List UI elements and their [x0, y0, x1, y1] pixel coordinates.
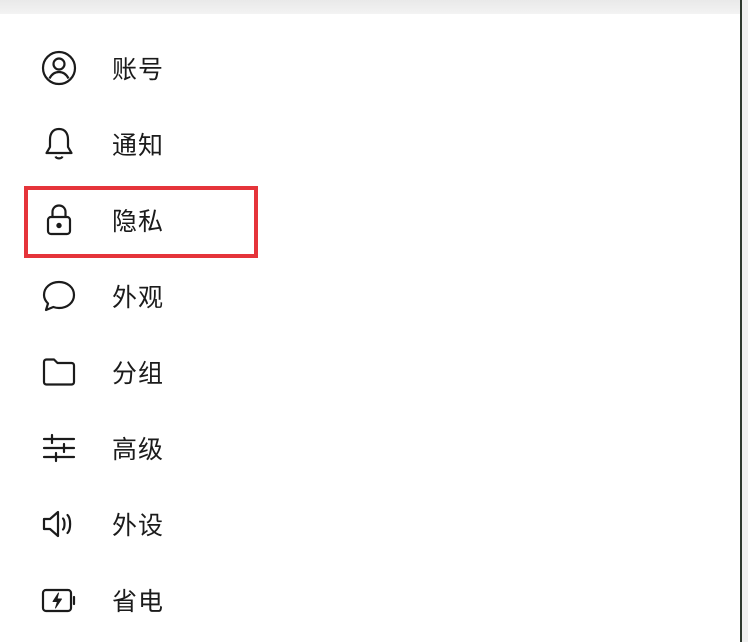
- speaker-icon: [39, 504, 79, 544]
- menu-item-account[interactable]: 账号: [0, 30, 740, 106]
- account-circle-icon: [39, 48, 79, 88]
- menu-item-label: 省电: [112, 587, 165, 616]
- menu-item-appearance[interactable]: 外观: [0, 258, 740, 334]
- menu-item-groups[interactable]: 分组: [0, 334, 740, 410]
- menu-item-peripherals[interactable]: 外设: [0, 486, 740, 562]
- menu-item-power-saving[interactable]: 省电: [0, 562, 740, 638]
- menu-item-label: 分组: [112, 359, 165, 388]
- top-bar: [0, 0, 748, 14]
- menu-item-label: 通知: [112, 131, 165, 160]
- menu-item-label: 高级: [112, 435, 165, 464]
- menu-item-label: 账号: [112, 55, 165, 84]
- menu-item-advanced[interactable]: 高级: [0, 410, 740, 486]
- menu-item-notifications[interactable]: 通知: [0, 106, 740, 182]
- menu-item-privacy[interactable]: 隐私: [0, 182, 740, 258]
- menu-item-label: 外观: [112, 283, 165, 312]
- chat-bubble-icon: [39, 276, 79, 316]
- lock-icon: [39, 200, 79, 240]
- settings-menu: 账号 通知 隐私 外观 分组 高级 外设 省电: [0, 30, 740, 638]
- settings-page: 账号 通知 隐私 外观 分组 高级 外设 省电: [0, 0, 748, 642]
- menu-item-label: 外设: [112, 511, 165, 540]
- bell-icon: [39, 124, 79, 164]
- menu-item-label: 隐私: [112, 207, 165, 236]
- window-edge: [740, 0, 748, 642]
- battery-charging-icon: [39, 580, 79, 620]
- sliders-icon: [39, 428, 79, 468]
- folder-icon: [39, 352, 79, 392]
